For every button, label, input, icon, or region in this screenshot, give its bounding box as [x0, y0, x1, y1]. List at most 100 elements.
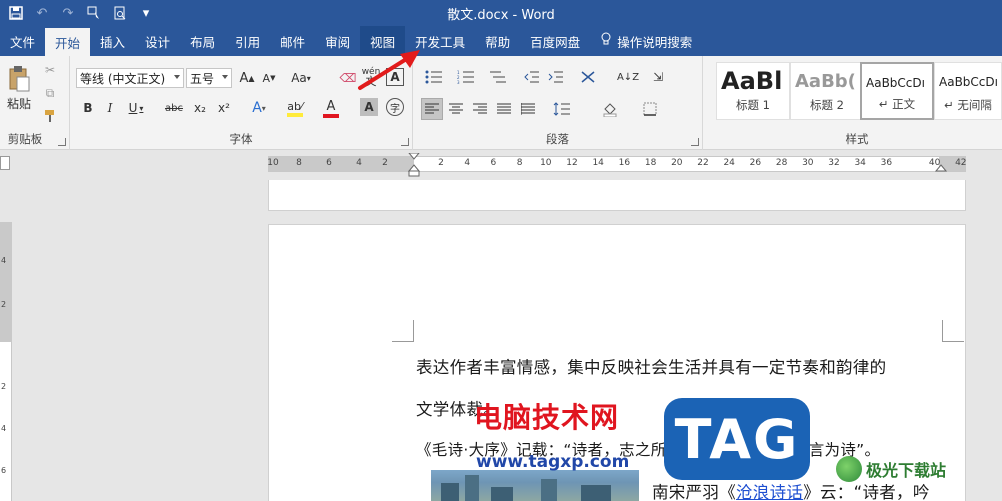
align-center-icon[interactable]	[445, 98, 467, 120]
style-heading-1[interactable]: AaBl 标题 1	[716, 62, 790, 120]
clipboard-group-label: 剪贴板	[7, 132, 43, 146]
increase-indent-icon[interactable]	[545, 66, 567, 88]
font-name-select[interactable]: 等线 (中文正文)	[76, 68, 184, 88]
font-color-button[interactable]: A	[318, 96, 344, 120]
grow-font-label: A	[239, 70, 249, 86]
vruler-number: 6	[1, 466, 7, 475]
text-effects-button[interactable]: A ▾	[246, 98, 272, 118]
font-size-select[interactable]: 五号	[186, 68, 232, 88]
distributed-icon[interactable]	[517, 98, 539, 120]
styles-group-label: 样式	[845, 132, 869, 146]
shrink-font-button[interactable]: A ▼	[260, 68, 278, 88]
title-bar: ↶ ↷ ▾ 散文.docx - Word	[0, 0, 1002, 26]
multilevel-list-icon[interactable]	[485, 66, 511, 88]
highlight-button[interactable]: ab⁄	[282, 96, 308, 120]
subscript-button[interactable]: x₂	[190, 98, 210, 118]
text-effects-label: A	[252, 100, 262, 116]
char-shading-button[interactable]: A	[360, 98, 378, 116]
document-line-1[interactable]: 表达作者丰富情感，集中反映社会生活并具有一定节奏和韵律的	[416, 354, 886, 378]
paste-button[interactable]: 粘贴	[4, 62, 34, 114]
horizontal-ruler[interactable]: 10 8 6 4 2 2 4 6 8 10 12 14 16 18 20 22 24 26 28 30 32 34 36 40…	[267, 153, 967, 177]
shrink-font-label: A	[262, 71, 271, 85]
style-normal-name: ↵ 正文	[878, 97, 916, 111]
align-left-icon[interactable]	[421, 98, 443, 120]
font-launcher-icon[interactable]	[401, 138, 409, 146]
tell-me-label: 操作说明搜索	[617, 34, 693, 50]
document-line-4[interactable]: 南宋严羽《沧浪诗话》云：“诗者，吟	[652, 479, 930, 501]
tell-me-search[interactable]: 操作说明搜索	[590, 26, 702, 56]
superscript-button[interactable]: x²	[214, 98, 234, 118]
ruler-left-margin	[269, 157, 414, 171]
shading-icon[interactable]	[595, 98, 625, 120]
tab-selector[interactable]	[0, 156, 10, 170]
ruler-number: 6	[490, 158, 497, 168]
tab-references[interactable]: 引用	[225, 26, 270, 56]
paste-label: 粘贴	[6, 96, 31, 111]
tab-insert[interactable]: 插入	[90, 26, 135, 56]
crop-mark-top-right	[942, 320, 964, 342]
paragraph-launcher-icon[interactable]	[691, 138, 699, 146]
style-heading-2[interactable]: AaBb( 标题 2	[790, 62, 864, 120]
ruler-number: 12	[566, 158, 578, 168]
vruler-number: 4	[1, 256, 7, 265]
tab-design[interactable]: 设计	[135, 26, 180, 56]
style-heading-2-sample: AaBb(	[795, 71, 856, 92]
right-indent-marker[interactable]	[935, 163, 947, 173]
tab-mailings[interactable]: 邮件	[270, 26, 315, 56]
ruler-number: 18	[644, 158, 657, 168]
numbering-icon[interactable]: 123	[453, 66, 479, 88]
style-heading-2-name: 标题 2	[810, 98, 844, 112]
justify-icon[interactable]	[493, 98, 515, 120]
grow-font-button[interactable]: A ▲	[238, 68, 256, 88]
window-title: 散文.docx - Word	[447, 8, 555, 23]
change-case-button[interactable]: Aa ▾	[288, 68, 314, 88]
tab-help[interactable]: 帮助	[475, 26, 520, 56]
paste-icon	[9, 65, 30, 91]
line-spacing-icon[interactable]	[547, 98, 577, 120]
clipboard-launcher-icon[interactable]	[58, 138, 66, 146]
vruler-number: 2	[1, 300, 7, 309]
show-formatting-icon[interactable]: ⇲	[647, 66, 669, 88]
style-normal[interactable]: AaBbCcDı ↵ 正文	[860, 62, 934, 120]
ribbon: 粘贴 ✂ ⧉ 剪贴板 等线 (中文正文) 五号 A▲ A▼ Aa▾ ⌫ wén文…	[0, 56, 1002, 150]
strikethrough-button[interactable]: abc	[162, 98, 186, 118]
ruler-number: 20	[671, 158, 683, 168]
sort-icon[interactable]: A↓Z	[617, 66, 639, 88]
underline-label: U	[128, 101, 138, 115]
vertical-ruler[interactable]: 4 2 2 4 6	[0, 222, 12, 501]
tab-layout[interactable]: 布局	[180, 26, 225, 56]
underline-button[interactable]: U ▾	[124, 98, 148, 118]
italic-button[interactable]: I	[100, 98, 120, 118]
ruler-number: 8	[296, 158, 302, 168]
tab-file[interactable]: 文件	[0, 26, 45, 56]
vruler-number: 2	[1, 382, 7, 391]
copy-icon[interactable]: ⧉	[40, 83, 60, 103]
ruler-number: 42	[955, 158, 967, 168]
bold-button[interactable]: B	[78, 98, 98, 118]
font-size-value: 五号	[190, 71, 215, 86]
ruler-number: 32	[828, 158, 840, 168]
cut-icon[interactable]: ✂	[40, 60, 60, 80]
decrease-indent-icon[interactable]	[521, 66, 543, 88]
vruler-top-margin	[0, 222, 12, 342]
style-heading-1-sample: AaBl	[721, 67, 783, 95]
tab-baidu-netdisk[interactable]: 百度网盘	[520, 26, 590, 56]
ruler-number: 4	[464, 158, 471, 168]
format-painter-icon[interactable]	[40, 106, 60, 126]
chinese-layout-icon[interactable]	[575, 66, 601, 88]
align-right-icon[interactable]	[469, 98, 491, 120]
indent-markers[interactable]	[408, 153, 420, 177]
document-image[interactable]	[431, 470, 639, 501]
font-name-value: 等线 (中文正文)	[80, 71, 166, 86]
tag-badge-logo: TAG	[664, 398, 810, 480]
shici-link[interactable]: 沧浪诗话	[736, 483, 803, 501]
crop-mark-top-left	[392, 320, 414, 342]
borders-icon[interactable]	[635, 98, 665, 120]
ruler-number: 26	[749, 158, 762, 168]
highlighter-icon: ab⁄	[287, 99, 303, 113]
style-no-spacing[interactable]: AaBbCcDı ↵ 无间隔	[934, 62, 1002, 120]
tab-home[interactable]: 开始	[45, 28, 91, 56]
red-arrow-annotation	[358, 50, 420, 90]
styles-group: AaBl 标题 1 AaBb( 标题 2 AaBbCcDı ↵ 正文 AaBbC…	[712, 56, 1002, 150]
enclose-char-button[interactable]: 字	[386, 98, 404, 116]
